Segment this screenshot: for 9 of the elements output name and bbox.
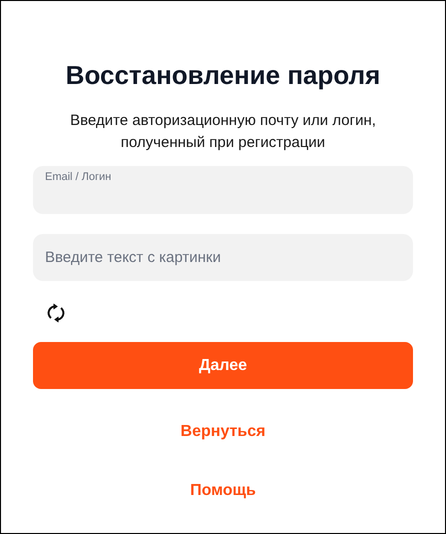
next-button[interactable]: Далее — [33, 342, 413, 389]
help-link[interactable]: Помощь — [190, 481, 256, 501]
login-field[interactable]: Email / Логин — [33, 166, 413, 214]
field-label: Email / Логин — [45, 171, 112, 184]
captcha-field[interactable]: Введите текст с картинки — [33, 234, 413, 281]
page-title: Восстановление пароля — [66, 59, 380, 91]
instruction-text: Введите авторизационную почту или логин, полученный при регистрации — [69, 111, 377, 153]
refresh-icon[interactable] — [47, 303, 65, 323]
back-link[interactable]: Вернуться — [180, 422, 266, 442]
